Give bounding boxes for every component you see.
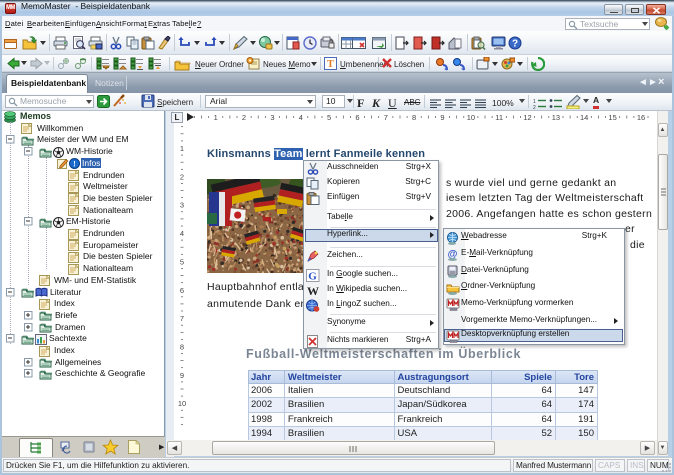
svg-text:13: 13: [552, 113, 560, 122]
svg-text:5: 5: [180, 257, 184, 266]
svg-text:!: !: [73, 160, 76, 169]
svg-text:10: 10: [467, 113, 475, 122]
svg-text:8: 8: [412, 113, 416, 122]
svg-text:5: 5: [327, 113, 331, 122]
svg-text:4: 4: [180, 229, 184, 238]
svg-text:7: 7: [180, 314, 184, 323]
svg-text:G: G: [308, 271, 317, 283]
svg-text:9: 9: [440, 113, 444, 122]
svg-text:T: T: [327, 59, 334, 70]
svg-text:15: 15: [608, 113, 616, 122]
svg-text:3: 3: [180, 201, 184, 210]
svg-text:6: 6: [180, 286, 184, 295]
svg-text:?: ?: [512, 39, 518, 50]
svg-text:2: 2: [242, 113, 246, 122]
svg-text:14: 14: [580, 113, 588, 122]
svg-text:16: 16: [637, 113, 645, 122]
svg-text:W: W: [307, 284, 319, 297]
svg-text:1: 1: [214, 113, 218, 122]
svg-text:7: 7: [384, 113, 388, 122]
svg-text:12: 12: [523, 113, 531, 122]
svg-text:2: 2: [180, 172, 184, 181]
svg-text:4: 4: [299, 113, 303, 122]
svg-text:10: 10: [178, 399, 186, 408]
svg-text:2: 2: [533, 105, 536, 110]
svg-text:9: 9: [180, 371, 184, 380]
svg-text:3: 3: [270, 113, 274, 122]
svg-text:6: 6: [355, 113, 359, 122]
svg-text:1: 1: [180, 144, 184, 153]
svg-text:8: 8: [180, 343, 184, 352]
svg-text:11: 11: [495, 113, 503, 122]
